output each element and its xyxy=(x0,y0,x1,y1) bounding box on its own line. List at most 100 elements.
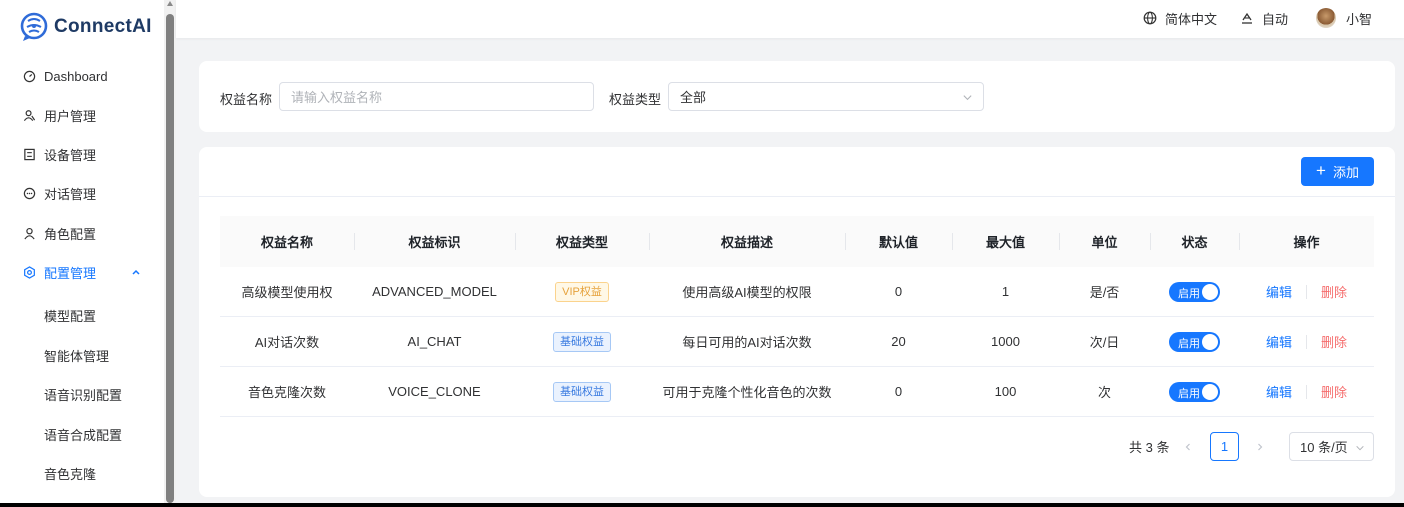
sidebar-item-dashboard[interactable]: Dashboard xyxy=(0,58,164,94)
globe-icon xyxy=(1143,11,1157,25)
column-header: 权益标识 xyxy=(354,216,515,267)
brand-name: ConnectAI xyxy=(54,16,152,37)
status-toggle[interactable]: 启用 xyxy=(1169,381,1220,402)
brand-logo[interactable]: ConnectAI xyxy=(19,12,152,42)
table-row: 高级模型使用权 ADVANCED_MODEL VIP权益 使用高级AI模型的权限… xyxy=(220,267,1374,317)
delete-link[interactable]: 删除 xyxy=(1321,382,1347,401)
sidebar-subitem-agent-manage[interactable]: 智能体管理 xyxy=(0,337,164,373)
sidebar-item-label: Dashboard xyxy=(44,68,108,84)
benefit-name-input[interactable]: 请输入权益名称 xyxy=(279,82,594,111)
subitem-label: 语音合成配置 xyxy=(44,427,123,443)
sidebar: ConnectAI Dashboard 用户管理 设备管理 对话管理 角色配置 … xyxy=(0,0,164,503)
cell-max: 1000 xyxy=(991,334,1020,349)
status-toggle[interactable]: 启用 xyxy=(1169,331,1220,352)
table-header-row: 权益名称 权益标识 权益类型 权益描述 默认值 最大值 单位 状态 操作 xyxy=(220,216,1374,267)
chevron-up-icon xyxy=(132,269,140,275)
cell-name: 音色克隆次数 xyxy=(247,385,326,400)
prev-page-button[interactable] xyxy=(1179,432,1197,461)
cell-unit: 次/日 xyxy=(1089,335,1120,350)
cell-type: 基础权益 xyxy=(515,367,649,416)
app-root: ConnectAI Dashboard 用户管理 设备管理 对话管理 角色配置 … xyxy=(0,0,1404,503)
scroll-up-arrow-icon[interactable] xyxy=(167,1,173,6)
table-panel: + 添加 权益名称 权益标识 权益类型 权益描述 默认值 最大值 单位 状态 操… xyxy=(199,147,1395,497)
sidebar-subitem-voice-clone[interactable]: 音色克隆 xyxy=(0,455,164,491)
delete-link[interactable]: 删除 xyxy=(1321,282,1347,301)
status-toggle[interactable]: 启用 xyxy=(1169,281,1220,302)
dashboard-icon xyxy=(22,69,36,83)
toggle-label: 启用 xyxy=(1178,287,1200,300)
edit-link[interactable]: 编辑 xyxy=(1266,332,1292,351)
page-number-button[interactable]: 1 xyxy=(1210,432,1239,461)
cell-status: 启用 xyxy=(1150,367,1239,416)
toggle-knob xyxy=(1202,383,1218,400)
cell-key: VOICE_CLONE xyxy=(388,384,481,399)
add-button-label: 添加 xyxy=(1332,165,1359,180)
avatar xyxy=(1316,8,1336,28)
username: 小智 xyxy=(1346,11,1373,27)
theme-switcher[interactable]: 自动 xyxy=(1240,0,1288,36)
cell-status: 启用 xyxy=(1150,317,1239,366)
column-header: 权益名称 xyxy=(260,235,313,250)
benefit-type-value: 全部 xyxy=(680,90,707,105)
sidebar-item-devices[interactable]: 设备管理 xyxy=(0,136,164,172)
sidebar-item-users[interactable]: 用户管理 xyxy=(0,97,164,133)
edit-link[interactable]: 编辑 xyxy=(1266,282,1292,301)
sidebar-item-label: 对话管理 xyxy=(44,186,97,202)
action-separator xyxy=(1306,334,1307,349)
benefit-type-select[interactable]: 全部 xyxy=(668,82,984,111)
sidebar-subitem-asr-config[interactable]: 语音识别配置 xyxy=(0,376,164,412)
column-header: 状态 xyxy=(1150,216,1239,267)
column-header: 权益类型 xyxy=(515,216,649,267)
cell-name: 高级模型使用权 xyxy=(241,285,333,300)
type-tag: VIP权益 xyxy=(555,281,609,302)
device-icon xyxy=(22,147,36,161)
sidebar-item-label: 设备管理 xyxy=(44,147,97,163)
cell-max: 100 xyxy=(994,384,1017,399)
delete-link[interactable]: 删除 xyxy=(1321,332,1347,351)
cell-actions: 编辑 删除 xyxy=(1239,317,1374,366)
sidebar-scrollbar[interactable] xyxy=(164,0,176,503)
theme-label: 自动 xyxy=(1262,11,1289,27)
cell-key: AI_CHAT xyxy=(407,334,462,349)
language-switcher[interactable]: 简体中文 xyxy=(1143,0,1217,36)
edit-link[interactable]: 编辑 xyxy=(1266,382,1292,401)
page-size-value: 10 条/页 xyxy=(1300,440,1348,455)
cell-desc: 每日可用的AI对话次数 xyxy=(682,335,812,350)
pagination-total: 共 3 条 xyxy=(1129,440,1170,455)
toggle-knob xyxy=(1202,333,1218,350)
topbar: 简体中文 自动 小智 xyxy=(176,0,1404,38)
sidebar-subitem-tts-config[interactable]: 语音合成配置 xyxy=(0,416,164,452)
sidebar-item-chat[interactable]: 对话管理 xyxy=(0,175,164,211)
type-tag: 基础权益 xyxy=(553,381,611,402)
action-separator xyxy=(1306,384,1307,399)
sidebar-subitem-model-config[interactable]: 模型配置 xyxy=(0,297,164,333)
chevron-right-icon xyxy=(1258,443,1263,450)
add-button[interactable]: + 添加 xyxy=(1301,157,1374,186)
user-menu[interactable]: 小智 xyxy=(1316,0,1372,36)
language-label: 简体中文 xyxy=(1165,11,1218,27)
page-size-select[interactable]: 10 条/页 xyxy=(1289,432,1374,461)
toggle-label: 启用 xyxy=(1178,337,1200,350)
chevron-down-icon xyxy=(1356,445,1364,451)
cell-type: 基础权益 xyxy=(515,317,649,366)
settings-icon xyxy=(22,265,36,279)
scrollbar-thumb[interactable] xyxy=(166,14,174,503)
cell-name: AI对话次数 xyxy=(254,335,320,350)
cell-desc: 可用于克隆个性化音色的次数 xyxy=(662,385,832,400)
cell-actions: 编辑 删除 xyxy=(1239,367,1374,416)
subitem-label: 音色克隆 xyxy=(44,466,97,482)
cell-desc: 使用高级AI模型的权限 xyxy=(682,285,812,300)
sidebar-item-roles[interactable]: 角色配置 xyxy=(0,215,164,251)
table-row: 音色克隆次数 VOICE_CLONE 基础权益 可用于克隆个性化音色的次数 0 … xyxy=(220,367,1374,417)
next-page-button[interactable] xyxy=(1251,432,1269,461)
column-header: 默认值 xyxy=(845,216,952,267)
chevron-left-icon xyxy=(1185,443,1190,450)
toggle-label: 启用 xyxy=(1178,387,1200,400)
benefits-table: 权益名称 权益标识 权益类型 权益描述 默认值 最大值 单位 状态 操作 高级模… xyxy=(220,216,1374,417)
theme-auto-icon xyxy=(1242,12,1252,24)
sidebar-item-label: 配置管理 xyxy=(44,265,97,281)
benefit-name-placeholder: 请输入权益名称 xyxy=(291,90,383,105)
divider xyxy=(199,196,1395,197)
sidebar-item-config[interactable]: 配置管理 xyxy=(0,254,164,290)
cell-unit: 次 xyxy=(1097,385,1111,400)
